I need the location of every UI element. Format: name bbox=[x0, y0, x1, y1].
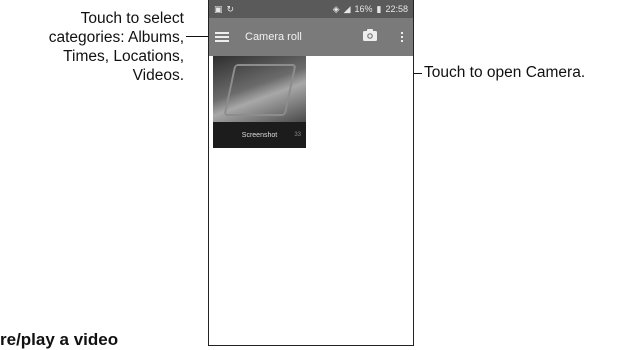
album-label: Screenshot bbox=[241, 131, 278, 139]
more-vert-icon[interactable] bbox=[401, 32, 403, 42]
section-heading: re/play a video bbox=[0, 330, 119, 349]
vibrate-icon: ◈ bbox=[332, 3, 340, 14]
sync-icon: ↻ bbox=[226, 3, 235, 14]
battery-icon: ▮ bbox=[376, 3, 382, 14]
right-callout: Touch to open Camera. bbox=[424, 64, 586, 81]
album-grid: Screenshot 33 bbox=[209, 56, 413, 346]
left-callout-line: Times, Locations, bbox=[63, 48, 184, 65]
left-callout-line: categories: Albums, bbox=[48, 29, 184, 46]
app-bar: Camera roll bbox=[209, 18, 413, 56]
battery-percent: 16% bbox=[354, 4, 373, 14]
album-thumbnail bbox=[213, 56, 306, 122]
album-caption: Screenshot 33 bbox=[213, 122, 306, 148]
album-tile[interactable]: Screenshot 33 bbox=[213, 56, 306, 148]
left-callout: Touch to select categories: Albums, Time… bbox=[0, 0, 184, 85]
image-icon: ▣ bbox=[214, 3, 223, 14]
app-bar-title: Camera roll bbox=[245, 31, 302, 43]
phone-screen: ▣ ↻ ◈ ◢ 16% ▮ 22:58 Camera roll Screensh… bbox=[208, 0, 414, 346]
signal-icon: ◢ bbox=[343, 3, 351, 14]
clock: 22:58 bbox=[385, 4, 408, 14]
hamburger-menu-icon[interactable] bbox=[215, 32, 229, 42]
left-callout-line: Videos. bbox=[132, 67, 184, 84]
album-count: 33 bbox=[294, 132, 301, 138]
left-callout-line: Touch to select bbox=[80, 10, 184, 27]
left-leader-line bbox=[186, 36, 208, 37]
status-bar: ▣ ↻ ◈ ◢ 16% ▮ 22:58 bbox=[209, 0, 413, 18]
camera-icon[interactable] bbox=[363, 28, 377, 46]
